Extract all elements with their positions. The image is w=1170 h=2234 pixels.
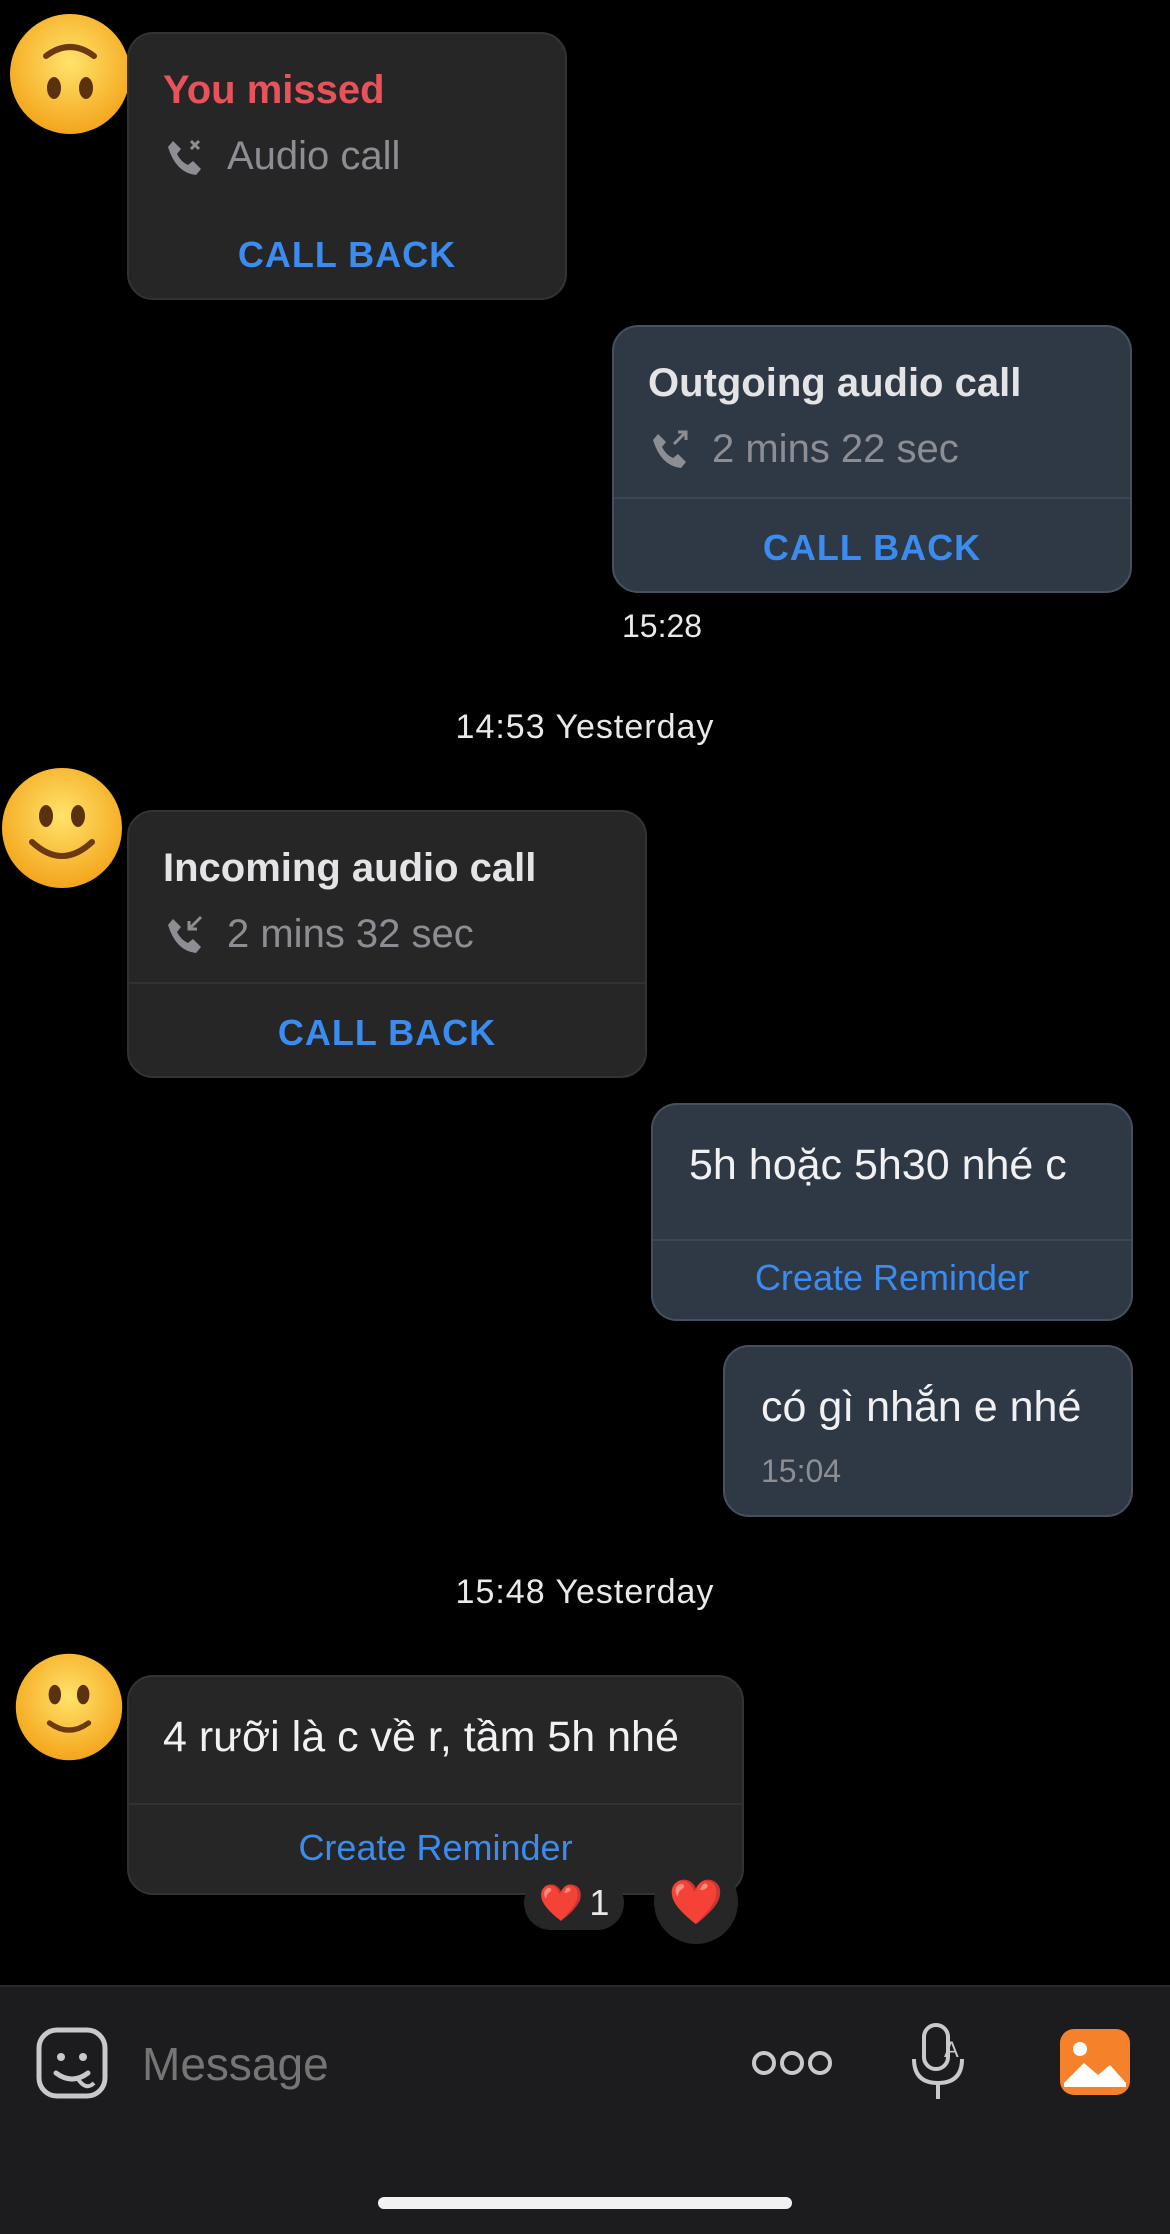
heart-icon: ❤️ bbox=[538, 1882, 584, 1923]
missed-call-icon bbox=[168, 139, 201, 175]
outgoing-call-back-button[interactable]: CALL BACK bbox=[614, 527, 1130, 569]
heart-icon: ❤️ bbox=[668, 1878, 724, 1927]
svg-text:A: A bbox=[944, 2037, 959, 2062]
outgoing-call-duration-row: 2 mins 22 sec bbox=[648, 427, 959, 472]
avatar-contact[interactable] bbox=[0, 766, 124, 895]
missed-call-back-button[interactable]: CALL BACK bbox=[129, 234, 565, 276]
create-reminder-button[interactable]: Create Reminder bbox=[129, 1827, 742, 1869]
missed-call-subtitle: Audio call bbox=[227, 134, 401, 178]
create-reminder-button[interactable]: Create Reminder bbox=[653, 1257, 1131, 1299]
missed-call-subtitle-row: Audio call bbox=[163, 134, 400, 179]
slightly-smiling-face-icon bbox=[15, 1653, 123, 1761]
upside-down-face-icon bbox=[10, 14, 130, 134]
reaction-count: 1 bbox=[589, 1882, 610, 1923]
outgoing-call-title: Outgoing audio call bbox=[648, 361, 1022, 405]
quick-reaction-button[interactable]: ❤️ bbox=[654, 1860, 738, 1944]
incoming-message-bubble[interactable]: 4 rưỡi là c về r, tầm 5h nhé Create Remi… bbox=[127, 1675, 744, 1895]
composer-bar: A bbox=[0, 1985, 1170, 2234]
message-text: có gì nhắn e nhé bbox=[761, 1383, 1082, 1431]
incoming-call-divider bbox=[129, 982, 645, 984]
sticker-icon[interactable] bbox=[34, 2025, 110, 2101]
incoming-call-back-button[interactable]: CALL BACK bbox=[129, 1012, 645, 1054]
message-divider bbox=[653, 1239, 1131, 1241]
gallery-icon[interactable] bbox=[1058, 2027, 1132, 2097]
more-options-icon[interactable] bbox=[750, 2045, 834, 2081]
message-time: 15:04 bbox=[761, 1453, 842, 1489]
message-text: 4 rưỡi là c về r, tầm 5h nhé bbox=[163, 1713, 679, 1761]
missed-call-bubble[interactable]: You missed Audio call CALL BACK bbox=[127, 32, 567, 300]
message-text: 5h hoặc 5h30 nhé c bbox=[689, 1141, 1067, 1189]
incoming-call-bubble[interactable]: Incoming audio call 2 mins 32 sec CALL B… bbox=[127, 810, 647, 1078]
avatar-contact[interactable] bbox=[14, 1652, 124, 1767]
smiling-face-icon bbox=[2, 768, 122, 888]
outgoing-message-bubble[interactable]: có gì nhắn e nhé 15:04 bbox=[723, 1345, 1133, 1517]
reaction-badge[interactable]: ❤️ 1 bbox=[524, 1876, 624, 1930]
avatar-contact[interactable] bbox=[8, 12, 132, 141]
date-separator: 14:53 Yesterday bbox=[455, 708, 715, 746]
outgoing-message-bubble[interactable]: 5h hoặc 5h30 nhé c Create Reminder bbox=[651, 1103, 1133, 1321]
home-indicator bbox=[378, 2197, 792, 2209]
incoming-call-title: Incoming audio call bbox=[163, 846, 537, 890]
outgoing-call-divider bbox=[614, 497, 1130, 499]
message-divider bbox=[129, 1803, 742, 1805]
outgoing-call-duration: 2 mins 22 sec bbox=[712, 427, 959, 471]
microphone-icon[interactable]: A bbox=[908, 2021, 968, 2105]
incoming-call-duration: 2 mins 32 sec bbox=[227, 912, 474, 956]
incoming-call-icon bbox=[168, 915, 203, 953]
message-input[interactable] bbox=[140, 2027, 704, 2101]
outgoing-call-time: 15:28 bbox=[622, 608, 703, 644]
outgoing-call-icon bbox=[653, 430, 688, 468]
incoming-call-duration-row: 2 mins 32 sec bbox=[163, 912, 474, 957]
missed-call-title: You missed bbox=[163, 68, 385, 112]
date-separator: 15:48 Yesterday bbox=[455, 1573, 715, 1611]
outgoing-call-bubble[interactable]: Outgoing audio call 2 mins 22 sec CALL B… bbox=[612, 325, 1132, 593]
